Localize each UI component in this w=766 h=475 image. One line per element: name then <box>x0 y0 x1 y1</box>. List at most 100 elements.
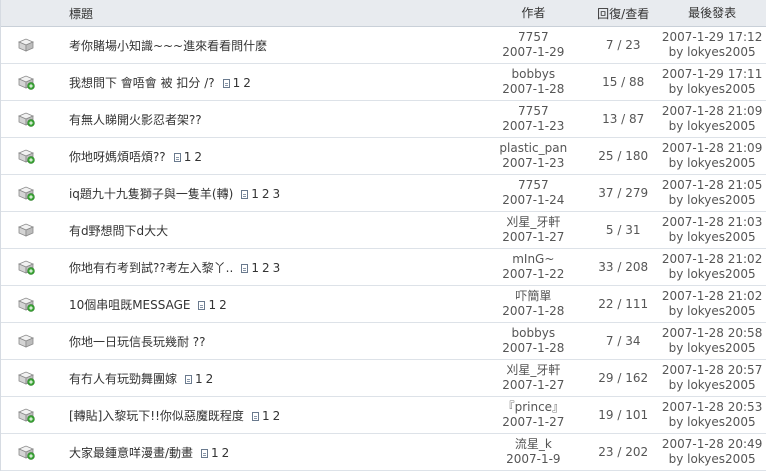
folder-new-icon <box>1 111 51 127</box>
last-post-time[interactable]: 2007-1-28 21:09 <box>658 141 766 156</box>
post-date: 2007-1-29 <box>502 45 565 59</box>
folder-new-icon <box>1 444 51 460</box>
page-link[interactable]: 2 <box>194 150 202 164</box>
topic-rows: 考你賭場小知識~~~進來看看問什麽 7757 2007-1-29 7 / 23 2007… <box>1 27 766 471</box>
author-link[interactable]: 吓簡單 <box>478 289 588 304</box>
page-link[interactable]: 1 <box>251 187 259 201</box>
last-post-author[interactable]: by lokyes2005 <box>658 230 766 245</box>
page-link[interactable]: 2 <box>243 76 251 90</box>
author-link[interactable]: bobbys <box>478 67 588 82</box>
topic-title-link[interactable]: 你地呀媽煩唔煩?? <box>69 150 166 164</box>
last-post-time[interactable]: 2007-1-29 17:11 <box>658 67 766 82</box>
last-post-time[interactable]: 2007-1-28 21:02 <box>658 252 766 267</box>
page-link[interactable]: 1 <box>195 372 203 386</box>
page-links: 12 <box>200 446 230 460</box>
topic-title-cell: 你地一日玩信長玩幾耐 ?? <box>51 333 478 350</box>
page-link[interactable]: 3 <box>273 187 281 201</box>
page-link[interactable]: 2 <box>273 409 281 423</box>
author-link[interactable]: 流星_k <box>478 437 588 452</box>
last-post-author[interactable]: by lokyes2005 <box>658 378 766 393</box>
topic-title-link[interactable]: [轉貼]入黎玩下!!你似惡魔既程度 <box>69 409 244 423</box>
reply-view-count: 13 / 87 <box>602 112 645 126</box>
topic-title-link[interactable]: 有d野想問下d大大 <box>69 224 168 238</box>
last-post-author[interactable]: by lokyes2005 <box>658 415 766 430</box>
last-post-time[interactable]: 2007-1-28 21:02 <box>658 289 766 304</box>
author-link[interactable]: mInG~ <box>478 252 588 267</box>
topic-title-link[interactable]: iq題九十九隻獅子與一隻羊(轉) <box>69 187 233 201</box>
last-post-author[interactable]: by lokyes2005 <box>658 119 766 134</box>
document-icon <box>200 448 208 458</box>
topic-title-link[interactable]: 我想問下 會唔會 被 扣分 /? <box>69 76 215 90</box>
topic-title-link[interactable]: 有冇人有玩勁舞團嫁 <box>69 372 177 386</box>
page-link[interactable]: 2 <box>222 446 230 460</box>
author-link[interactable]: 『prince』 <box>478 400 588 415</box>
author-cell: mInG~ 2007-1-22 <box>478 252 588 282</box>
last-post-time[interactable]: 2007-1-28 21:09 <box>658 104 766 119</box>
author-link[interactable]: 7757 <box>478 178 588 193</box>
page-link[interactable]: 1 <box>251 261 259 275</box>
table-row: iq題九十九隻獅子與一隻羊(轉) 1 2 3 7757 2007-1-24 37 / 279… <box>1 175 766 212</box>
topic-title-cell: 你地有冇考到試??考左入黎丫.. 1 2 3 <box>51 259 478 276</box>
folder-new-icon <box>1 407 51 423</box>
last-post-cell: 2007-1-28 21:05 by lokyes2005 <box>658 178 766 208</box>
folder-icon <box>1 222 51 238</box>
table-row: 有無人睇開火影忍者架?? 7757 2007-1-23 13 / 87 2007-1-2… <box>1 101 766 138</box>
author-link[interactable]: bobbys <box>478 326 588 341</box>
last-post-author[interactable]: by lokyes2005 <box>658 82 766 97</box>
last-post-cell: 2007-1-29 17:12 by lokyes2005 <box>658 30 766 60</box>
last-post-author[interactable]: by lokyes2005 <box>658 156 766 171</box>
header-author: 作者 <box>521 5 546 20</box>
author-cell: 7757 2007-1-24 <box>478 178 588 208</box>
post-date: 2007-1-27 <box>502 378 565 392</box>
post-date: 2007-1-23 <box>502 156 565 170</box>
last-post-time[interactable]: 2007-1-28 20:53 <box>658 400 766 415</box>
page-link[interactable]: 1 <box>233 76 241 90</box>
topic-title-cell: 你地呀媽煩唔煩?? 1 2 <box>51 148 478 165</box>
last-post-time[interactable]: 2007-1-28 21:05 <box>658 178 766 193</box>
author-link[interactable]: 7757 <box>478 104 588 119</box>
page-link[interactable]: 1 <box>262 409 270 423</box>
page-link[interactable]: 1 <box>208 298 216 312</box>
last-post-time[interactable]: 2007-1-29 17:12 <box>658 30 766 45</box>
last-post-author[interactable]: by lokyes2005 <box>658 304 766 319</box>
post-date: 2007-1-24 <box>502 193 565 207</box>
reply-view-count: 37 / 279 <box>598 186 649 200</box>
reply-view-count: 7 / 23 <box>605 38 641 52</box>
last-post-author[interactable]: by lokyes2005 <box>658 452 766 467</box>
author-link[interactable]: 刈星_牙軒 <box>478 215 588 230</box>
last-post-time[interactable]: 2007-1-28 20:58 <box>658 326 766 341</box>
page-links: 12 <box>222 76 251 90</box>
author-link[interactable]: 7757 <box>478 30 588 45</box>
last-post-author[interactable]: by lokyes2005 <box>658 341 766 356</box>
document-icon <box>222 78 230 88</box>
topic-title-link[interactable]: 大家最鍾意咩漫畫/動畫 <box>69 446 193 460</box>
page-link[interactable]: 3 <box>273 261 281 275</box>
author-link[interactable]: plastic_pan <box>478 141 588 156</box>
last-post-author[interactable]: by lokyes2005 <box>658 267 766 282</box>
page-link[interactable]: 2 <box>262 187 270 201</box>
page-link[interactable]: 2 <box>262 261 270 275</box>
topic-title-link[interactable]: 10個串咀既MESSAGE <box>69 298 191 312</box>
author-link[interactable]: 刈星_牙軒 <box>478 363 588 378</box>
topic-title-cell: 有無人睇開火影忍者架?? <box>51 111 478 128</box>
topic-title-link[interactable]: 你地一日玩信長玩幾耐 ?? <box>69 335 206 349</box>
post-date: 2007-1-28 <box>502 304 565 318</box>
last-post-author[interactable]: by lokyes2005 <box>658 45 766 60</box>
last-post-time[interactable]: 2007-1-28 21:03 <box>658 215 766 230</box>
post-date: 2007-1-27 <box>502 415 565 429</box>
last-post-cell: 2007-1-28 21:02 by lokyes2005 <box>658 289 766 319</box>
page-links: 12 <box>198 298 227 312</box>
last-post-time[interactable]: 2007-1-28 20:49 <box>658 437 766 452</box>
last-post-author[interactable]: by lokyes2005 <box>658 193 766 208</box>
last-post-time[interactable]: 2007-1-28 20:57 <box>658 363 766 378</box>
header-title: 標題 <box>68 6 93 21</box>
page-link[interactable]: 2 <box>206 372 214 386</box>
page-link[interactable]: 1 <box>211 446 219 460</box>
topic-title-link[interactable]: 你地有冇考到試??考左入黎丫.. <box>69 261 233 275</box>
last-post-cell: 2007-1-29 17:11 by lokyes2005 <box>658 67 766 97</box>
page-link[interactable]: 2 <box>219 298 227 312</box>
last-post-cell: 2007-1-28 20:53 by lokyes2005 <box>658 400 766 430</box>
page-link[interactable]: 1 <box>184 150 192 164</box>
topic-title-link[interactable]: 考你賭場小知識~~~進來看看問什麽 <box>69 39 267 53</box>
topic-title-link[interactable]: 有無人睇開火影忍者架?? <box>69 113 202 127</box>
